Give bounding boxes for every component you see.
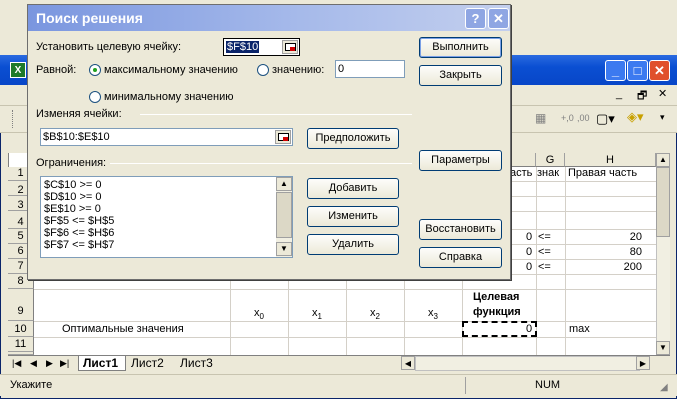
status-num: NUM <box>535 379 561 391</box>
cell-h7[interactable]: 200 <box>618 261 642 273</box>
cell-f9-line1[interactable]: Целевая <box>473 291 519 303</box>
cell-g5[interactable]: <= <box>538 231 551 243</box>
sheet-tab-3[interactable]: Лист3 <box>180 356 213 371</box>
cell-g1[interactable]: знак <box>537 167 559 179</box>
scroll-up-icon[interactable]: ▲ <box>656 153 670 167</box>
dialog-close-icon[interactable]: ✕ <box>488 8 509 29</box>
value-input[interactable]: 0 <box>335 60 405 78</box>
status-mode: Укажите <box>10 379 53 391</box>
increase-decimal-icon[interactable]: +,0 <box>561 113 574 123</box>
horizontal-scrollbar[interactable] <box>415 356 640 371</box>
changing-cells-picker-icon[interactable] <box>275 130 291 144</box>
column-header-h[interactable]: H <box>565 153 656 167</box>
fill-color-icon[interactable]: ◈▾ <box>627 109 644 125</box>
tab-prev-icon[interactable]: ◀ <box>30 358 37 369</box>
merge-cells-icon[interactable]: ▦ <box>535 111 546 125</box>
constraints-scroll-thumb[interactable] <box>276 192 292 238</box>
sheet-tab-2[interactable]: Лист2 <box>131 356 164 371</box>
excel-minimize-icon[interactable]: _ <box>605 60 626 81</box>
cell-h5[interactable]: 20 <box>625 231 642 243</box>
equal-label: Равной: <box>36 64 77 76</box>
sheet-tab-1[interactable]: Лист1 <box>78 356 126 371</box>
cell-h6[interactable]: 80 <box>625 246 642 258</box>
doc-restore-icon[interactable]: 🗗 <box>637 87 647 106</box>
hscroll-left-icon[interactable]: ◀ <box>401 356 415 370</box>
cell-c9[interactable]: x1 <box>312 307 322 321</box>
row-header[interactable]: 10 <box>8 321 34 337</box>
constraint-item[interactable]: $F$7 <= $H$7 <box>44 239 114 251</box>
row-header[interactable]: 9 <box>8 289 34 321</box>
constraints-scroll-down-icon[interactable]: ▼ <box>276 242 292 256</box>
cell-b9[interactable]: x0 <box>254 307 264 321</box>
cell-g6[interactable]: <= <box>538 246 551 258</box>
cell-f5[interactable]: 0 <box>526 231 532 243</box>
radio-min-label[interactable]: минимальному значению <box>104 91 234 103</box>
constraints-scroll-up-icon[interactable]: ▲ <box>276 177 292 191</box>
cell-f10[interactable]: 0 <box>526 323 532 335</box>
cell-f1[interactable]: асть <box>510 167 532 179</box>
toolbar-options-icon[interactable]: ▾ <box>660 112 665 123</box>
changing-cells-divider <box>140 114 412 115</box>
cell-e9[interactable]: x3 <box>428 307 438 321</box>
constraint-item[interactable]: $F$5 <= $H$5 <box>44 215 114 227</box>
borders-icon[interactable]: ▢▾ <box>596 111 615 127</box>
cell-a10[interactable]: Оптимальные значения <box>62 323 184 335</box>
radio-value-label[interactable]: значению: <box>272 64 324 76</box>
tab-first-icon[interactable]: |◀ <box>12 358 21 369</box>
help-button[interactable]: Справка <box>419 247 502 268</box>
status-bar <box>0 374 677 396</box>
radio-value[interactable] <box>257 64 269 76</box>
cell-d9[interactable]: x2 <box>370 307 380 321</box>
radio-min[interactable] <box>89 91 101 103</box>
column-header-g[interactable]: G <box>536 153 565 167</box>
excel-close-icon[interactable]: ✕ <box>649 60 670 81</box>
cell-f7[interactable]: 0 <box>526 261 532 273</box>
dialog-title: Поиск решения <box>36 10 143 26</box>
cell-g10[interactable]: max <box>569 323 590 335</box>
size-grip-icon[interactable]: ◢ <box>660 382 668 393</box>
constraint-item[interactable]: $C$10 >= 0 <box>44 179 102 191</box>
excel-maximize-icon[interactable]: □ <box>627 60 648 81</box>
add-constraint-button[interactable]: Добавить <box>307 178 399 199</box>
cell-h1[interactable]: Правая часть <box>568 167 637 179</box>
cell-f6[interactable]: 0 <box>526 246 532 258</box>
change-constraint-button[interactable]: Изменить <box>307 206 399 227</box>
delete-constraint-button[interactable]: Удалить <box>307 234 399 255</box>
toolbar-grip-icon <box>12 110 15 128</box>
reset-button[interactable]: Восстановить <box>419 219 502 240</box>
solve-button[interactable]: Выполнить <box>419 37 502 58</box>
radio-max[interactable] <box>89 64 101 76</box>
row-header[interactable]: 11 <box>8 337 34 352</box>
doc-minimize-icon[interactable]: _ <box>616 88 622 100</box>
target-cell-label: Установить целевую ячейку: <box>36 41 182 53</box>
constraint-item[interactable]: $D$10 >= 0 <box>44 191 102 203</box>
changing-cells-label: Изменяя ячейки: <box>36 108 122 120</box>
scroll-down-icon[interactable]: ▼ <box>656 341 670 355</box>
tab-next-icon[interactable]: ▶ <box>46 358 53 369</box>
options-button[interactable]: Параметры <box>419 150 502 171</box>
target-cell-picker-icon[interactable] <box>282 40 298 54</box>
close-button[interactable]: Закрыть <box>419 65 502 86</box>
scroll-thumb[interactable] <box>656 167 670 237</box>
constraint-item[interactable]: $E$10 >= 0 <box>44 203 101 215</box>
excel-app-icon: X <box>10 62 26 78</box>
changing-cells-input[interactable]: $B$10:$E$10 <box>40 128 293 146</box>
dialog-help-icon[interactable]: ? <box>465 8 486 29</box>
constraint-item[interactable]: $F$6 <= $H$6 <box>44 227 114 239</box>
hscroll-right-icon[interactable]: ▶ <box>636 356 650 370</box>
guess-button[interactable]: Предположить <box>307 128 399 149</box>
cell-g7[interactable]: <= <box>538 261 551 273</box>
doc-close-icon[interactable]: ✕ <box>658 87 667 100</box>
cell-f9-line2[interactable]: функция <box>473 306 521 318</box>
radio-max-label[interactable]: максимальному значению <box>104 64 238 76</box>
tab-last-icon[interactable]: ▶| <box>60 358 69 369</box>
status-separator <box>465 377 466 394</box>
constraints-label: Ограничения: <box>36 157 107 169</box>
constraints-divider <box>110 163 412 164</box>
decrease-decimal-icon[interactable]: ,00 <box>577 113 590 123</box>
